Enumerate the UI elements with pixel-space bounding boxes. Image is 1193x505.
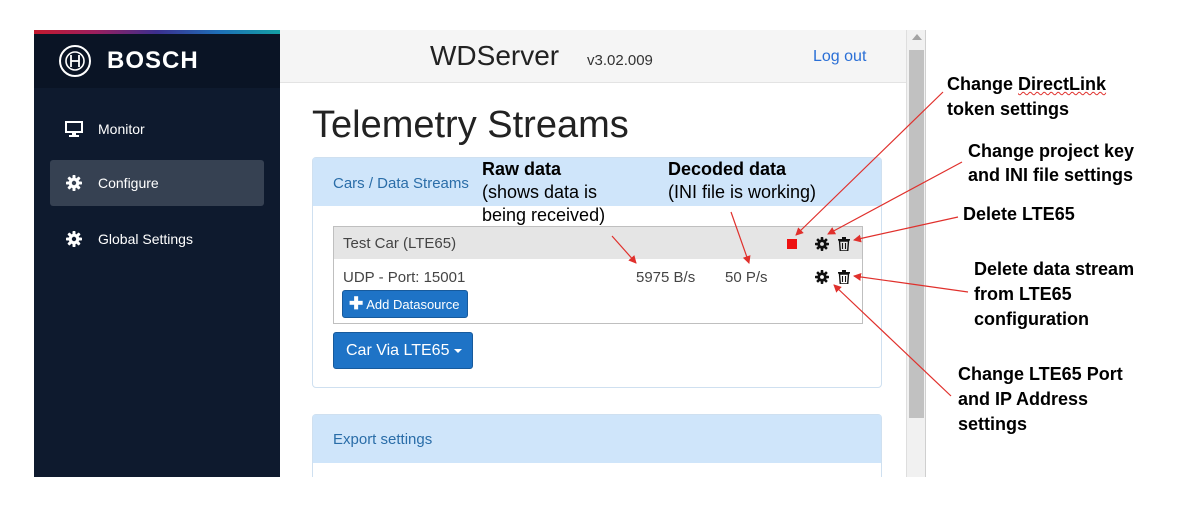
annotation-port-line1: Change LTE65 Port	[958, 364, 1123, 384]
sidebar-item-label: Global Settings	[98, 231, 193, 247]
add-datasource-label: Add Datasource	[366, 296, 460, 312]
logo-bar: BOSCH	[34, 34, 280, 88]
annotation-project-line1: Change project key	[968, 141, 1135, 161]
gear-icon	[64, 229, 84, 249]
car-settings-gear-icon[interactable]	[815, 237, 829, 251]
panel-heading: Cars / Data Streams	[333, 175, 469, 192]
annotation-delete-lte: Delete LTE65	[963, 204, 1075, 224]
car-via-dropdown-button[interactable]: Car Via LTE65	[333, 332, 473, 369]
page-title: Telemetry Streams	[312, 104, 629, 146]
raw-data-rate: 5975 B/s	[636, 269, 696, 286]
plus-icon: ✚	[349, 294, 364, 313]
scrollbar-thumb[interactable]	[909, 50, 924, 418]
annotation-port-line3: settings	[958, 414, 1028, 434]
annotation-decoded-sub: (INI file is working)	[668, 182, 817, 202]
panel-header: Export settings	[313, 415, 881, 463]
sidebar: BOSCH Monitor Configure Global Settings	[34, 30, 280, 477]
directlink-stop-icon[interactable]	[787, 239, 797, 249]
stream-label: UDP - Port: 15001	[343, 269, 466, 286]
app-header: WDServer v3.02.009 Log out	[280, 30, 906, 83]
delete-stream-trash-icon[interactable]	[837, 270, 851, 284]
stream-settings-gear-icon[interactable]	[815, 270, 829, 284]
brand-name: BOSCH	[107, 47, 199, 74]
annotation-delete-stream-line2: from LTE65	[974, 284, 1072, 304]
car-row: Test Car (LTE65)	[334, 227, 862, 259]
annotation-raw-sub1: (shows data is	[482, 182, 598, 202]
annotation-directlink-word: Change	[947, 74, 1019, 94]
caret-down-icon	[454, 348, 463, 353]
annotation-directlink-line1: Change DirectLink	[947, 72, 1106, 96]
app-version: v3.02.009	[587, 52, 653, 69]
app-title: WDServer	[430, 40, 560, 71]
annotation-directlink-line2: token settings	[947, 99, 1070, 119]
logout-link[interactable]: Log out	[813, 48, 866, 66]
car-via-label: Car Via LTE65	[346, 341, 450, 359]
annotation-raw-title: Raw data	[482, 159, 562, 179]
annotation-project-line2: and INI file settings	[968, 165, 1134, 185]
gear-icon	[64, 173, 84, 193]
scroll-up-arrow-icon[interactable]	[912, 34, 922, 40]
sidebar-item-configure[interactable]: Configure	[50, 160, 264, 206]
bosch-logo-icon	[59, 45, 91, 77]
car-name: Test Car (LTE65)	[343, 235, 457, 252]
annotation-decoded-title: Decoded data	[668, 159, 787, 179]
delete-car-trash-icon[interactable]	[837, 237, 851, 251]
annotation-port-line2: and IP Address	[958, 389, 1089, 409]
vertical-scrollbar[interactable]	[906, 30, 926, 477]
sidebar-item-label: Configure	[98, 175, 159, 191]
monitor-icon	[64, 119, 84, 139]
decoded-data-rate: 50 P/s	[725, 269, 768, 286]
sidebar-item-monitor[interactable]: Monitor	[50, 106, 264, 152]
annotation-raw-sub2: being received)	[482, 205, 606, 225]
export-settings-panel: Export settings	[312, 414, 882, 477]
sidebar-item-label: Monitor	[98, 121, 145, 137]
sidebar-item-global-settings[interactable]: Global Settings	[50, 216, 264, 262]
annotation-delete-stream-line1: Delete data stream	[974, 259, 1135, 279]
panel-heading: Export settings	[333, 431, 433, 448]
annotation-directlink-keyword: DirectLink	[1018, 74, 1107, 94]
annotation-delete-stream-line3: configuration	[974, 309, 1089, 329]
add-datasource-button[interactable]: ✚ Add Datasource	[342, 290, 468, 318]
page: BOSCH Monitor Configure Global Settings …	[0, 0, 1193, 505]
car-box: Test Car (LTE65) UDP - Port: 15001 5975 …	[333, 226, 863, 324]
